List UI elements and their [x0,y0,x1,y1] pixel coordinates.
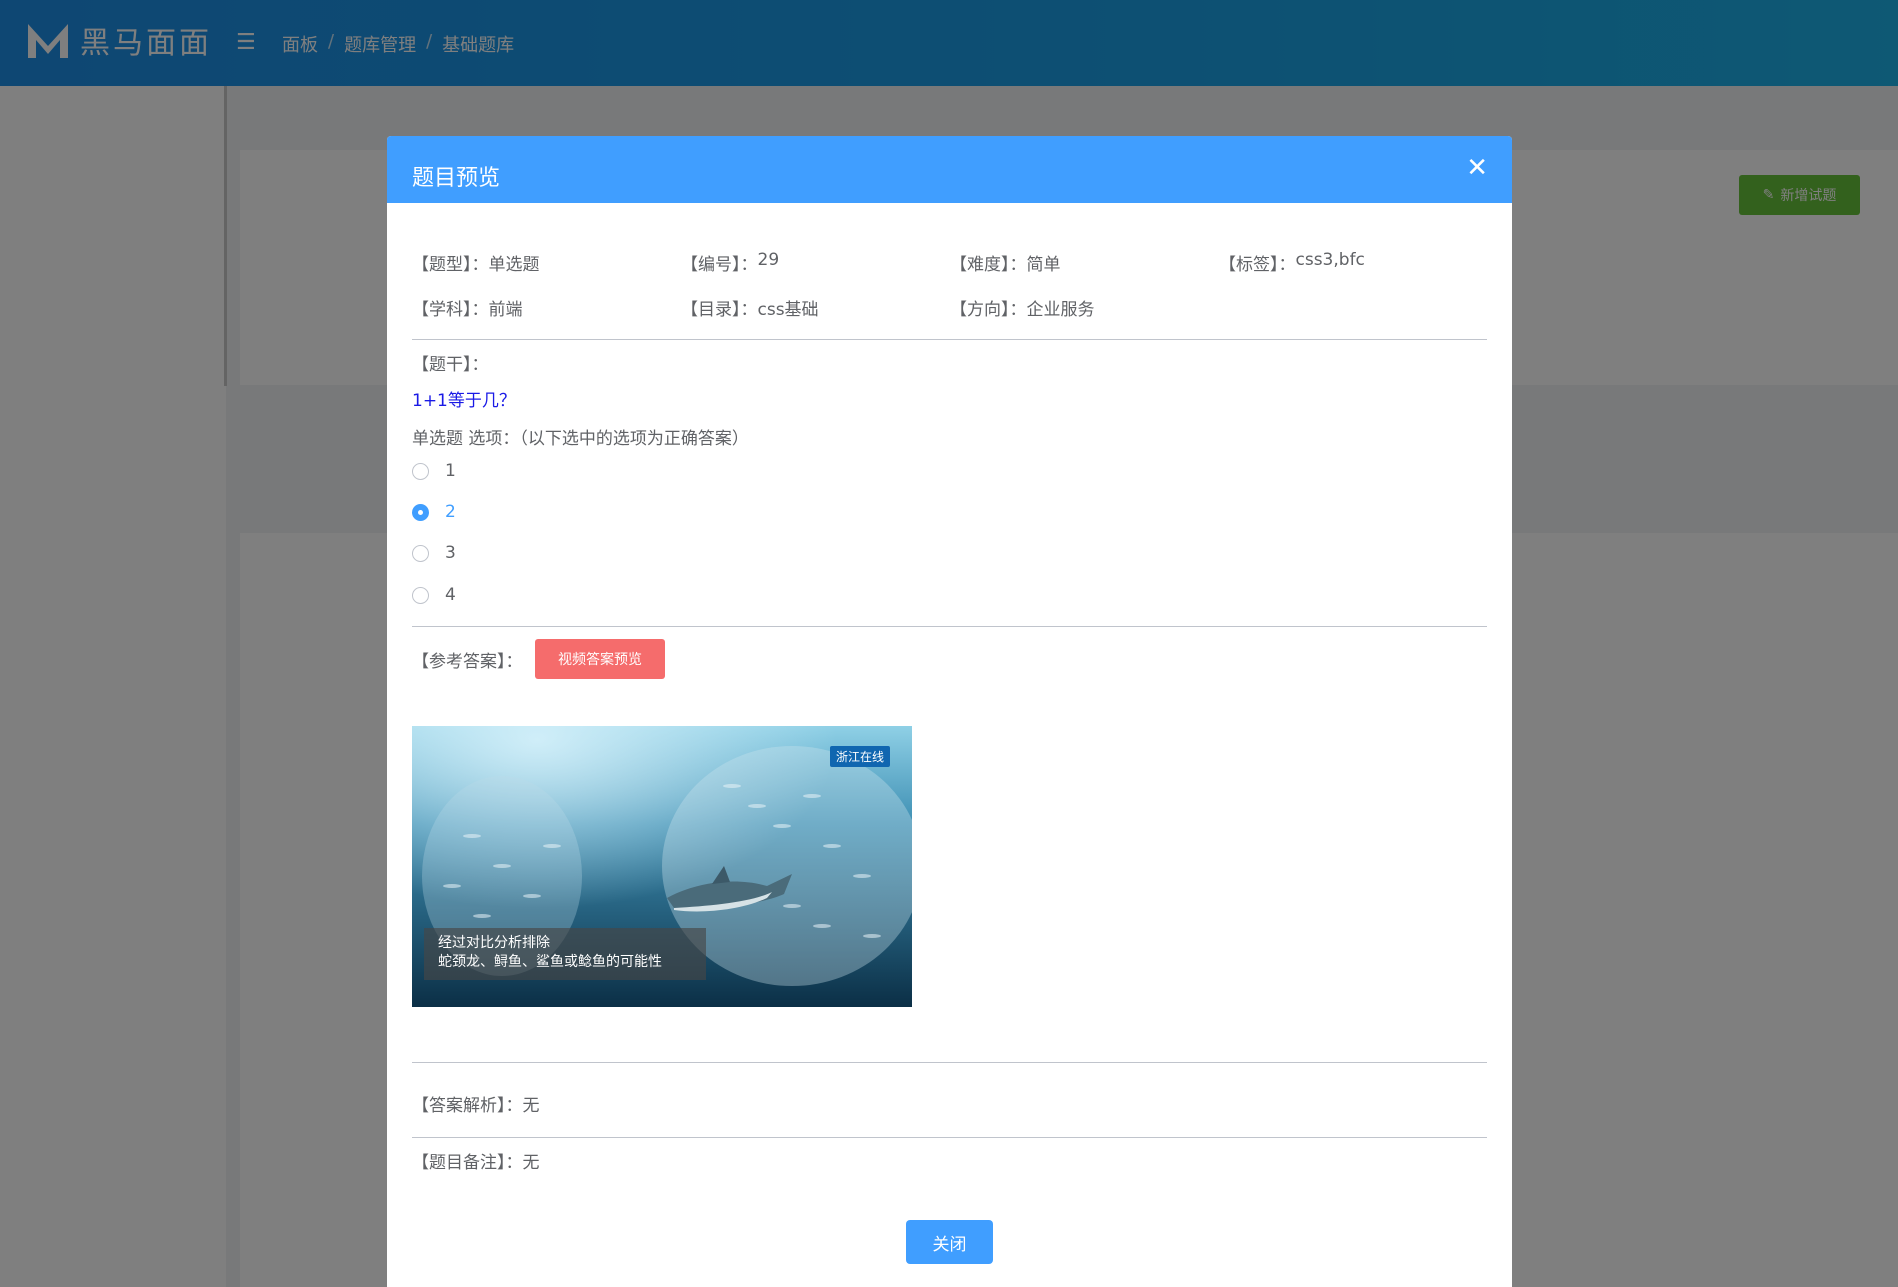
answer-analysis: 【答案解析】：无 [412,1091,540,1116]
meta-difficulty: 【难度】： 简单 [950,250,1061,275]
video-watermark: 浙江在线 [829,746,890,767]
meta-number-label: 【编号】： [681,255,758,275]
meta-tags-value: css3,bfc [1295,250,1365,270]
stem-label: 【题干】： [412,355,489,375]
option-3[interactable]: 3 [412,543,456,563]
caption-line-1: 经过对比分析排除 [438,935,550,951]
options-title: 单选题 选项：（以下选中的选项为正确答案） [412,429,749,449]
reference-answer-label: 【参考答案】： [412,652,523,672]
question-remark: 【题目备注】：无 [412,1148,540,1173]
close-icon[interactable]: ✕ [1466,155,1488,181]
remark-label: 【题目备注】： [412,1153,523,1173]
remark-value: 无 [522,1153,540,1173]
meta-type: 【题型】： 单选题 [412,250,540,275]
option-label: 1 [445,461,456,481]
question-preview-dialog: 题目预览 ✕ 【题型】： 单选题 【编号】： 29 【难度】： 简单 【标签】：… [387,136,1512,1287]
close-button[interactable]: 关闭 [906,1220,993,1264]
dialog-header: 题目预览 ✕ [387,136,1512,203]
radio-icon[interactable] [412,462,429,480]
stem-text: 1+1等于几？ [412,391,516,411]
meta-catalog-value: css基础 [757,300,819,320]
meta-subject-value: 前端 [488,300,523,320]
meta-number: 【编号】： 29 [681,250,779,275]
meta-subject: 【学科】： 前端 [412,295,523,320]
dialog-title: 题目预览 [412,166,501,191]
analysis-value: 无 [522,1096,540,1116]
meta-catalog: 【目录】： css基础 [681,295,819,320]
radio-checked-icon[interactable] [412,503,429,521]
option-label: 2 [445,502,456,522]
video-preview-button[interactable]: 视频答案预览 [535,639,665,679]
meta-tags-label: 【标签】： [1219,255,1296,275]
divider [412,339,1487,340]
meta-catalog-label: 【目录】： [681,300,758,320]
divider [412,626,1487,627]
answer-video[interactable]: 浙江在线 经过对比分析排除 蛇颈龙、鲟鱼、鲨鱼或鲶鱼的可能性 [412,726,912,1007]
meta-tags: 【标签】： css3,bfc [1219,250,1365,275]
video-caption: 经过对比分析排除 蛇颈龙、鲟鱼、鲨鱼或鲶鱼的可能性 [424,928,706,980]
divider [412,1062,1487,1063]
meta-type-label: 【题型】： [412,255,489,275]
radio-icon[interactable] [412,544,429,562]
meta-direction-label: 【方向】： [950,300,1027,320]
meta-direction-value: 企业服务 [1026,300,1095,320]
analysis-label: 【答案解析】： [412,1096,523,1116]
option-label: 4 [445,585,456,605]
radio-icon[interactable] [412,586,429,604]
option-2[interactable]: 2 [412,502,456,522]
option-1[interactable]: 1 [412,461,456,481]
meta-difficulty-value: 简单 [1026,255,1061,275]
meta-direction: 【方向】： 企业服务 [950,295,1095,320]
caption-line-2: 蛇颈龙、鲟鱼、鲨鱼或鲶鱼的可能性 [438,954,662,970]
meta-subject-label: 【学科】： [412,300,489,320]
meta-difficulty-label: 【难度】： [950,255,1027,275]
meta-number-value: 29 [757,250,780,270]
divider [412,1137,1487,1138]
option-4[interactable]: 4 [412,585,456,605]
option-label: 3 [445,543,456,563]
meta-type-value: 单选题 [488,255,540,275]
